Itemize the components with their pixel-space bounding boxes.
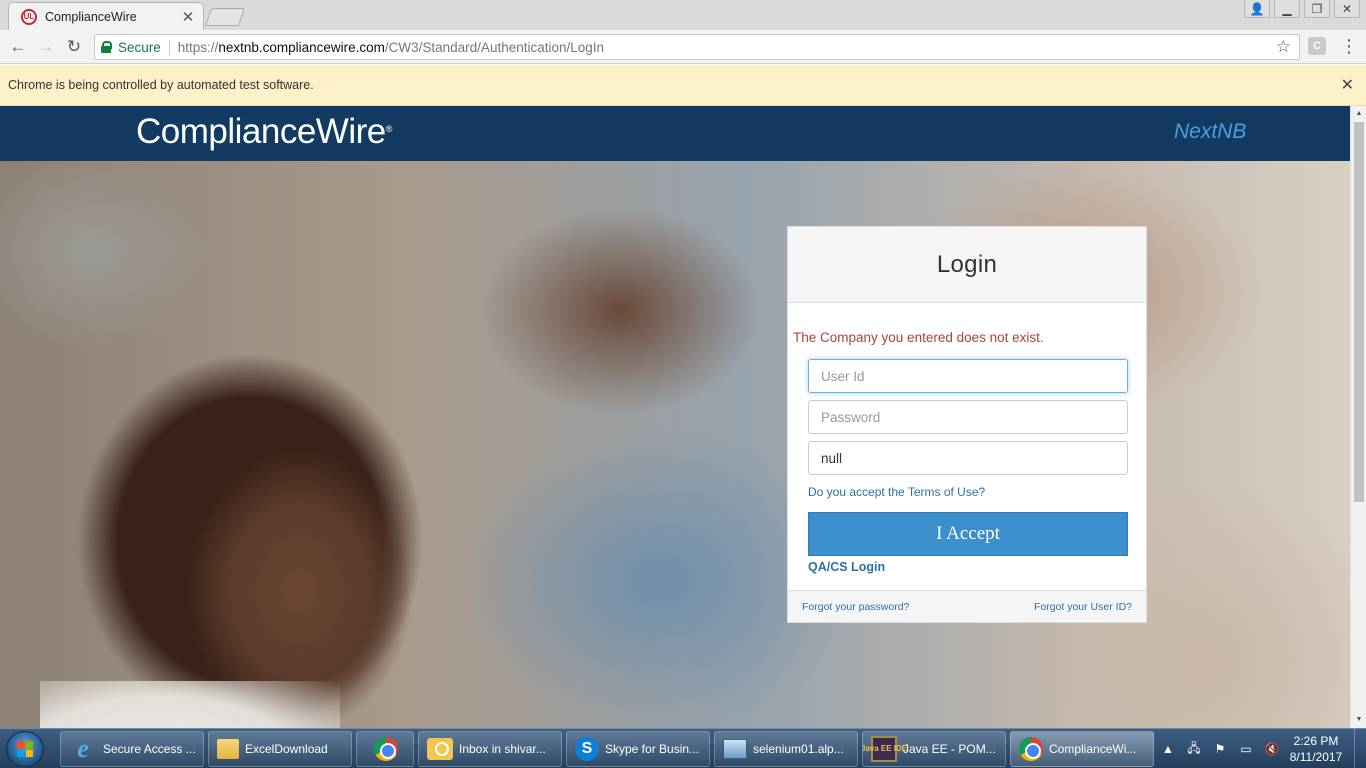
display-icon[interactable]: ▭ [1238,741,1254,757]
show-desktop-button[interactable] [1354,729,1366,768]
chrome-icon [374,737,398,761]
clock-time: 2:26 PM [1293,734,1339,748]
logo-text: ComplianceWire [136,112,386,151]
close-window-button[interactable]: ✕ [1334,0,1360,18]
browser-tab-strip: UL ComplianceWire ✕ 👤 ▁ ❐ ✕ [0,0,1366,30]
photo-shirt [40,681,340,728]
clock-date: 8/11/2017 [1289,750,1343,764]
skype-icon: S [575,737,599,761]
login-title: Login [936,250,998,278]
lock-icon [101,41,112,53]
windows-logo-icon [17,741,33,757]
i-accept-button[interactable]: I Accept [808,512,1128,556]
new-tab-button[interactable] [204,8,246,26]
url-text[interactable]: https://nextnb.compliancewire.com/CW3/St… [178,40,604,55]
error-message: The Company you entered does not exist. [793,330,1044,345]
window-controls: 👤 ▁ ❐ ✕ [1244,0,1360,18]
system-clock[interactable]: 2:26 PM 8/11/2017 [1284,733,1348,765]
user-profile-icon[interactable]: 👤 [1244,0,1270,18]
chrome-menu-icon[interactable]: ⋮ [1340,36,1358,58]
eclipse-java-ee-icon: Java EE IDE [863,736,907,762]
taskbar-item-compliancewire[interactable]: ComplianceWi... [1010,731,1154,767]
outlook-icon [427,738,453,760]
address-bar[interactable]: Secure https://nextnb.compliancewire.com… [94,34,1300,60]
taskbar-item-outlook-inbox[interactable]: Inbox in shivar... [418,731,562,767]
compliancewire-logo[interactable]: ComplianceWire® [136,112,392,152]
taskbar-item-label: Inbox in shivar... [459,742,546,756]
taskbar-item-label: selenium01.alp... [753,742,844,756]
taskbar-item-label: ExcelDownload [245,742,328,756]
scroll-up-arrow-icon[interactable]: ▲ [1351,107,1366,121]
page-viewport: ComplianceWire® NextNB Login The Company… [0,106,1366,728]
login-card-footer: Forgot your password? Forgot your User I… [788,590,1146,622]
password-input[interactable] [808,400,1128,434]
taskbar-item-remote-desktop[interactable]: selenium01.alp... [714,731,858,767]
remote-desktop-icon [723,739,747,759]
volume-muted-icon[interactable]: 🔇 [1264,741,1280,757]
taskbar-item-chrome[interactable] [356,731,414,767]
taskbar-item-exceldownload[interactable]: ExcelDownload [208,731,352,767]
registered-mark: ® [385,124,393,134]
user-id-input[interactable] [808,359,1128,393]
infobar-close-icon[interactable]: ✕ [1341,75,1354,95]
windows-taskbar: e Secure Access ... ExcelDownload Inbox … [0,728,1366,768]
system-tray: ▲ 🖧 ⚑ ▭ 🔇 [1160,729,1280,768]
login-card: Login The Company you entered does not e… [787,226,1147,623]
company-input[interactable] [808,441,1128,475]
back-arrow-icon[interactable]: ← [4,33,32,61]
taskbar-item-java-ee[interactable]: Java EE IDE Java EE - POM... [862,731,1006,767]
action-center-flag-icon[interactable]: ⚑ [1212,741,1228,757]
qa-cs-login-link[interactable]: QA/CS Login [808,560,885,574]
ul-favicon-icon: UL [21,8,37,25]
chrome-icon [1019,737,1043,761]
forward-arrow-icon[interactable]: → [32,33,60,61]
taskbar-item-label: ComplianceWi... [1049,742,1137,756]
taskbar-item-secure-access[interactable]: e Secure Access ... [60,731,204,767]
automation-infobar: Chrome is being controlled by automated … [0,65,1366,106]
browser-toolbar: ← → ↻ Secure https://nextnb.compliancewi… [0,30,1366,64]
scrollbar-thumb[interactable] [1354,122,1364,502]
infobar-message: Chrome is being controlled by automated … [8,78,314,92]
url-scheme: https:// [177,39,219,55]
secure-label: Secure [118,39,170,55]
page-scrollbar[interactable]: ▲ ▼ [1350,106,1366,728]
folder-icon [217,739,239,759]
reload-icon[interactable]: ↻ [60,33,88,61]
scroll-down-arrow-icon[interactable]: ▼ [1351,713,1366,727]
forgot-userid-link[interactable]: Forgot your User ID? [1034,601,1132,613]
tab-close-icon[interactable]: ✕ [181,8,195,26]
browser-tab[interactable]: UL ComplianceWire ✕ [8,2,204,30]
url-host: nextnb.compliancewire.com [218,39,385,55]
taskbar-item-label: Java EE - POM... [903,742,996,756]
url-path: /CW3/Standard/Authentication/LogIn [384,39,605,55]
forgot-password-link[interactable]: Forgot your password? [802,601,909,613]
taskbar-item-label: Secure Access ... [103,742,196,756]
start-button[interactable] [6,731,44,767]
taskbar-item-label: Skype for Busin... [605,742,700,756]
site-header: ComplianceWire® NextNB [0,106,1350,161]
background-photo [0,161,1350,728]
restore-button[interactable]: ❐ [1304,0,1330,18]
extension-icon[interactable]: C [1308,37,1326,55]
terms-of-use-link[interactable]: Do you accept the Terms of Use? [808,485,985,499]
minimize-button[interactable]: ▁ [1274,0,1300,18]
internet-explorer-icon: e [77,734,89,763]
network-icon[interactable]: 🖧 [1186,741,1202,757]
bookmark-star-icon[interactable]: ☆ [1276,37,1291,57]
login-card-header: Login [788,227,1146,303]
site-name: NextNB [1174,120,1247,143]
taskbar-item-skype[interactable]: S Skype for Busin... [566,731,710,767]
tab-title: ComplianceWire [45,9,137,24]
show-hidden-icons-icon[interactable]: ▲ [1160,741,1176,757]
